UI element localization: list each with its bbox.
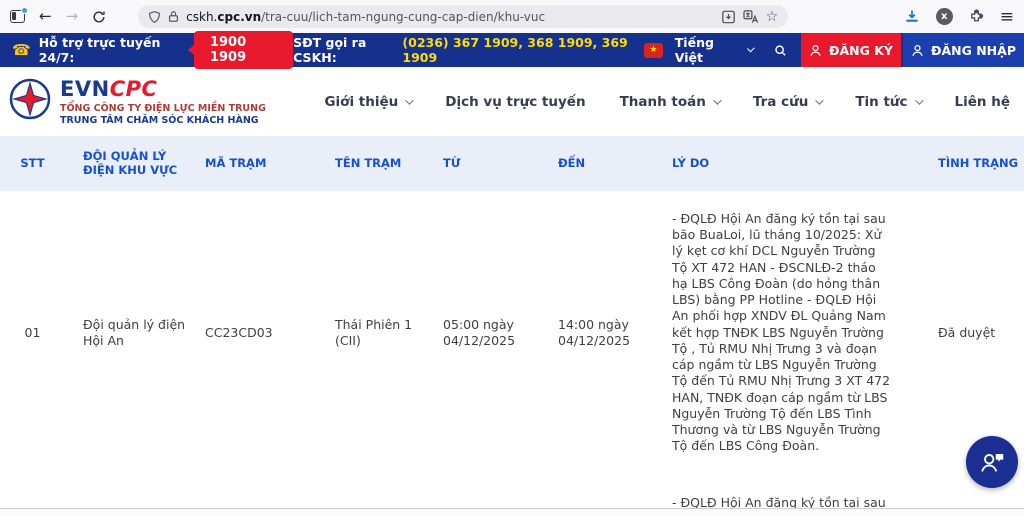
register-button[interactable]: ĐĂNG KÝ (801, 33, 901, 67)
nav-dich-vu-truc-tuyen[interactable]: Dịch vụ trực tuyến (445, 94, 585, 110)
evn-star-icon (8, 77, 52, 121)
extension-x-icon[interactable]: x (936, 8, 953, 25)
chevron-down-icon (815, 96, 823, 104)
table-header-row: STT ĐỘI QUẢN LÝ ĐIỆN KHU VỰC MÃ TRẠM TÊN… (0, 136, 1024, 191)
language-selector[interactable]: Tiếng Việt (675, 35, 736, 65)
col-header-reason: LÝ DO (647, 136, 900, 191)
vietnam-flag-icon: ★ (644, 43, 663, 58)
col-header-station-name: TÊN TRẠM (295, 136, 423, 191)
person-icon (911, 44, 924, 57)
menu-icon[interactable]: ≡ (1000, 7, 1014, 27)
nav-tra-cuu[interactable]: Tra cứu (753, 94, 821, 110)
evncpc-logo[interactable]: EVNCPC TỔNG CÔNG TY ĐIỆN LỰC MIỀN TRUNG … (8, 77, 266, 126)
phone-icon: ☎ (12, 41, 31, 59)
search-icon[interactable] (774, 43, 787, 58)
chevron-down-icon (713, 96, 721, 104)
save-page-icon[interactable] (721, 10, 736, 24)
shield-icon[interactable] (148, 10, 161, 24)
main-nav: Giới thiệu Dịch vụ trực tuyến Thanh toán… (324, 94, 1010, 110)
col-header-to: ĐẾN (535, 136, 647, 191)
outage-table: STT ĐỘI QUẢN LÝ ĐIỆN KHU VỰC MÃ TRẠM TÊN… (0, 136, 1024, 516)
utility-bar: ☎ Hỗ trợ trực tuyến 24/7: 1900 1909 SĐT … (0, 33, 1024, 67)
company-line1: TỔNG CÔNG TY ĐIỆN LỰC MIỀN TRUNG (60, 103, 266, 114)
tab-notification-dot (21, 7, 28, 14)
downloads-icon[interactable] (904, 9, 920, 24)
lock-icon[interactable] (168, 10, 179, 23)
chat-widget-button[interactable] (966, 436, 1018, 488)
tab-icon[interactable] (10, 10, 25, 23)
browser-toolbar: ← → cskh.cpc.vn/tra-cuu/lich-tam-ngung-c… (0, 0, 1024, 33)
support-label: Hỗ trợ trực tuyến 24/7: (39, 35, 180, 65)
col-header-from: TỪ (423, 136, 535, 191)
col-header-stt: STT (0, 136, 65, 191)
cell-team: Đội quản lý điện Hội An (65, 191, 190, 475)
cell-reason: - ĐQLĐ Hội An đăng ký tồn tại sau bão Bu… (647, 191, 900, 475)
status-badge: Đã duyệt (900, 191, 1024, 475)
brand-name: EVNCPC (60, 77, 266, 101)
nav-tin-tuc[interactable]: Tin tức (855, 94, 920, 110)
translate-icon[interactable] (743, 10, 759, 24)
nav-gioi-thieu[interactable]: Giới thiệu (324, 94, 411, 110)
person-icon (809, 44, 822, 57)
col-header-team: ĐỘI QUẢN LÝ ĐIỆN KHU VỰC (65, 136, 190, 191)
hotline-badge[interactable]: 1900 1909 (194, 31, 293, 69)
bookmark-star-icon[interactable]: ☆ (766, 9, 779, 25)
forward-icon: → (66, 9, 79, 24)
cskh-label: SĐT gọi ra CSKH: (293, 35, 396, 65)
url-text: cskh.cpc.vn/tra-cuu/lich-tam-ngung-cung-… (186, 10, 545, 24)
extensions-puzzle-icon[interactable] (969, 9, 984, 24)
reload-icon[interactable] (92, 10, 106, 24)
nav-thanh-toan[interactable]: Thanh toán (620, 94, 719, 110)
chevron-down-icon[interactable] (747, 45, 755, 53)
page-bottom-strip (0, 508, 1024, 516)
chat-agent-icon (977, 447, 1007, 477)
page: ← → cskh.cpc.vn/tra-cuu/lich-tam-ngung-c… (0, 0, 1024, 516)
table-row: 01 Đội quản lý điện Hội An CC23CD03 Thái… (0, 191, 1024, 475)
site-header: EVNCPC TỔNG CÔNG TY ĐIỆN LỰC MIỀN TRUNG … (0, 67, 1024, 136)
chevron-down-icon (405, 96, 413, 104)
toolbar-right: x ≡ (904, 7, 1014, 27)
utility-right: SĐT gọi ra CSKH: (0236) 367 1909, 368 19… (293, 35, 801, 65)
cell-from: 05:00 ngày 04/12/2025 (423, 191, 535, 475)
cell-to: 14:00 ngày 04/12/2025 (535, 191, 647, 475)
nav-lien-he[interactable]: Liên hệ (955, 94, 1010, 110)
address-bar[interactable]: cskh.cpc.vn/tra-cuu/lich-tam-ngung-cung-… (138, 5, 788, 28)
company-line2: TRUNG TÂM CHĂM SÓC KHÁCH HÀNG (60, 115, 266, 126)
col-header-status: TÌNH TRẠNG (900, 136, 1024, 191)
cell-station-code: CC23CD03 (190, 191, 295, 475)
login-button[interactable]: ĐĂNG NHẬP (903, 33, 1024, 67)
col-header-station-code: MÃ TRẠM (190, 136, 295, 191)
cell-stt: 01 (0, 191, 65, 475)
chevron-down-icon (915, 96, 923, 104)
cskh-numbers: (0236) 367 1909, 368 1909, 369 1909 (402, 35, 628, 65)
back-icon[interactable]: ← (39, 9, 52, 24)
cell-station-name: Thái Phiên 1 (CII) (295, 191, 423, 475)
